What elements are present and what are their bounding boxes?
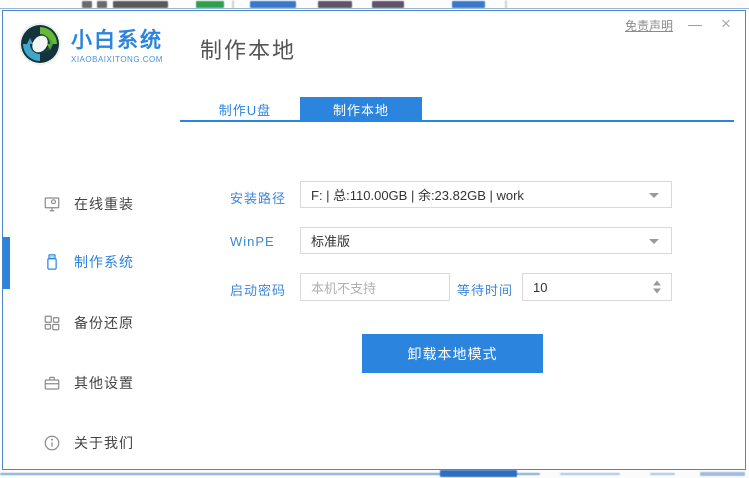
install-path-select[interactable]: F: | 总:110.00GB | 余:23.82GB | work	[300, 181, 672, 208]
stepper-arrows	[653, 280, 661, 294]
info-icon	[43, 434, 61, 452]
background-fragment	[650, 473, 675, 475]
chevron-down-icon	[649, 238, 659, 244]
boot-password-input[interactable]: 本机不支持	[300, 273, 450, 301]
backup-grid-icon	[43, 314, 61, 332]
background-fragment	[700, 472, 745, 476]
sidebar-item-label: 制作系统	[74, 254, 134, 270]
background-fragment	[250, 1, 296, 8]
brand-text: 小白系统 XIAOBAIXITONG.COM	[71, 29, 163, 64]
background-window-top-sliver	[0, 0, 749, 10]
wait-time-value: 10	[533, 279, 548, 295]
toolbox-icon	[43, 374, 61, 392]
tab-make-local[interactable]: 制作本地	[300, 97, 422, 122]
sidebar-item-label: 备份还原	[74, 315, 134, 331]
brand-domain: XIAOBAIXITONG.COM	[71, 55, 163, 64]
sidebar-item-other-settings[interactable]: 其他设置	[3, 371, 178, 395]
background-fragment	[82, 1, 92, 8]
sidebar-item-backup-restore[interactable]: 备份还原	[3, 311, 178, 335]
window-controls: 免责声明 — ×	[625, 15, 735, 34]
install-path-label: 安装路径	[230, 191, 287, 206]
brand-header: 小白系统 XIAOBAIXITONG.COM	[17, 21, 163, 72]
background-window-bottom-sliver	[0, 470, 749, 478]
uninstall-local-mode-button[interactable]: 卸载本地模式	[362, 334, 543, 373]
brand-name: 小白系统	[71, 29, 163, 52]
sidebar-item-online-reinstall[interactable]: 在线重装	[3, 192, 178, 216]
winpe-select[interactable]: 标准版	[300, 227, 672, 254]
page-title: 制作本地	[200, 38, 297, 63]
sidebar-item-make-system[interactable]: 制作系统	[3, 250, 178, 274]
wait-time-label: 等待时间	[457, 283, 514, 298]
tab-make-usb[interactable]: 制作U盘	[190, 97, 300, 122]
sidebar-item-label: 关于我们	[74, 435, 134, 451]
background-fragment	[97, 1, 107, 8]
tab-underline	[180, 120, 734, 122]
sidebar-item-label: 在线重装	[74, 196, 134, 212]
minimize-button[interactable]: —	[687, 17, 703, 33]
close-button[interactable]: ×	[717, 15, 735, 34]
install-path-value: F: | 总:110.00GB | 余:23.82GB | work	[311, 188, 524, 203]
disclaimer-link[interactable]: 免责声明	[625, 17, 673, 34]
background-fragment	[440, 470, 517, 477]
winpe-label: WinPE	[230, 234, 275, 249]
sidebar: 在线重装 制作系统 备份还原 其他设置 关于我们	[3, 91, 178, 461]
background-fragment	[452, 1, 485, 8]
tab-bar: 制作U盘 制作本地	[180, 97, 734, 122]
boot-password-label: 启动密码	[230, 283, 287, 298]
background-window-border	[0, 8, 749, 9]
background-fragment	[113, 1, 168, 8]
background-fragment	[196, 1, 224, 8]
chevron-down-icon	[649, 192, 659, 198]
background-fragment	[560, 473, 620, 475]
background-fragment	[318, 1, 352, 8]
winpe-value: 标准版	[311, 234, 351, 249]
sidebar-item-about-us[interactable]: 关于我们	[3, 431, 178, 455]
app-window: 免责声明 — × 小白系统 XIAOBAIXITONG.COM 制作本地 在线重…	[2, 10, 746, 470]
sidebar-item-label: 其他设置	[74, 375, 134, 391]
monitor-icon	[43, 195, 61, 213]
usb-drive-icon	[43, 253, 61, 271]
background-fragment	[372, 1, 404, 8]
stepper-down-icon[interactable]	[653, 288, 661, 294]
app-logo-icon	[17, 21, 63, 72]
wait-time-stepper[interactable]: 10	[522, 273, 672, 301]
boot-password-placeholder: 本机不支持	[311, 280, 377, 296]
stepper-up-icon[interactable]	[653, 280, 661, 286]
